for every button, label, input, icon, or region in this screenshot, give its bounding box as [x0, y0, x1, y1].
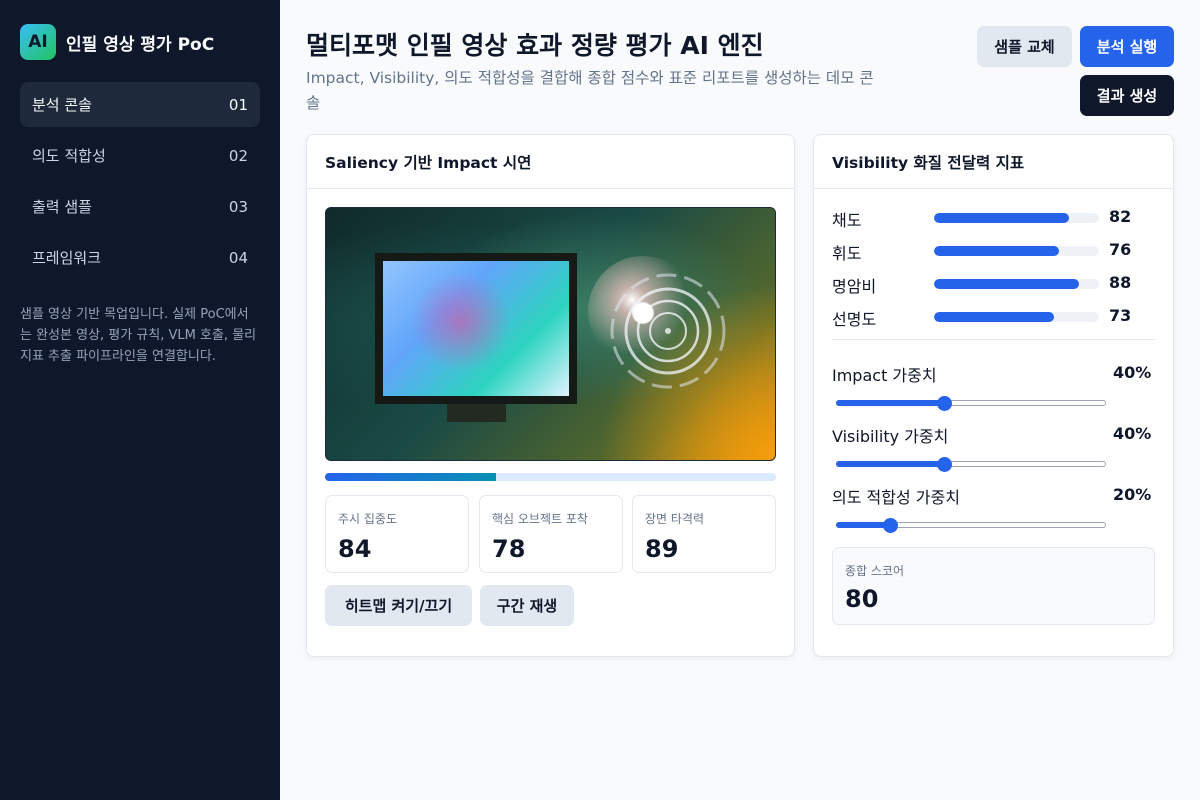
stat-label: 장면 타격력	[645, 512, 705, 526]
weight-value-impact: 40%	[1113, 363, 1152, 382]
sidebar-item-intent-fit[interactable]: 의도 적합성 02	[20, 133, 260, 178]
toggle-heatmap-button[interactable]: 히트맵 켜기/끄기	[325, 585, 472, 626]
weight-label-visibility: Visibility 가중치	[832, 427, 949, 446]
monitor-screen	[383, 261, 569, 396]
metric-saturation: 채도 82	[832, 207, 1152, 230]
stat-card-scene-impact: 장면 타격력 89	[632, 495, 776, 573]
stat-card-object-capture: 핵심 오브젝트 포착 78	[479, 495, 623, 573]
weight-label-impact: Impact 가중치	[832, 366, 937, 385]
saliency-preview-image[interactable]	[325, 207, 776, 461]
playback-progress-fill	[325, 473, 497, 481]
sidebar-item-output-sample[interactable]: 출력 샘플 03	[20, 184, 260, 229]
stat-label: 주시 집중도	[338, 512, 398, 526]
sidebar-item-number: 03	[228, 197, 248, 216]
page-subtitle: Impact, Visibility, 의도 적합성을 결합해 종합 점수와 표…	[306, 69, 874, 112]
metric-bar	[934, 213, 1099, 223]
weight-value-visibility: 40%	[1113, 424, 1152, 443]
generate-result-button[interactable]: 결과 생성	[1080, 75, 1174, 116]
sidebar-item-number: 02	[228, 146, 248, 165]
impact-panel: Saliency 기반 Impact 시연 주시 집중도 84 핵심 오브젝트 …	[306, 134, 795, 657]
page-title: 멀티포맷 인필 영상 효과 정량 평가 AI 엔진	[306, 31, 764, 60]
stat-label: 핵심 오브젝트 포착	[492, 512, 588, 526]
metric-value: 82	[1109, 207, 1132, 226]
main-content: 멀티포맷 인필 영상 효과 정량 평가 AI 엔진 Impact, Visibi…	[280, 0, 1200, 800]
metric-bar-fill	[934, 246, 1060, 256]
metric-bar	[934, 246, 1099, 256]
app-logo: AI	[20, 24, 56, 60]
intent-weight-slider[interactable]	[836, 518, 1106, 533]
play-segment-button[interactable]: 구간 재생	[480, 585, 574, 626]
metric-bar-fill	[934, 312, 1055, 322]
metric-label: 명암비	[832, 277, 877, 296]
monitor-shape	[375, 253, 577, 404]
metric-bar-fill	[934, 279, 1080, 289]
sidebar-item-number: 04	[228, 248, 248, 267]
stat-card-gaze-focus: 주시 집중도 84	[325, 495, 469, 573]
metric-bar-fill	[934, 213, 1070, 223]
monitor-stand	[447, 404, 506, 422]
metric-contrast: 명암비 88	[832, 273, 1152, 296]
slider-thumb[interactable]	[937, 396, 952, 411]
metric-bar	[934, 279, 1099, 289]
metric-value: 73	[1109, 306, 1132, 325]
metric-label: 휘도	[832, 244, 862, 263]
metric-label: 채도	[832, 211, 862, 230]
visibility-panel-title: Visibility 화질 전달력 지표	[814, 135, 1173, 189]
slider-fill	[836, 522, 890, 528]
metric-value: 76	[1109, 240, 1132, 259]
metric-label: 선명도	[832, 310, 877, 329]
total-score-label: 종합 스코어	[845, 564, 905, 578]
sidebar-item-label: 프레임워크	[32, 249, 102, 267]
sidebar-item-number: 01	[228, 95, 248, 114]
divider	[832, 339, 1155, 340]
stat-value: 89	[645, 535, 679, 563]
sidebar-item-framework[interactable]: 프레임워크 04	[20, 235, 260, 280]
stat-value: 78	[492, 535, 526, 563]
total-score-value: 80	[845, 585, 879, 613]
swap-sample-button[interactable]: 샘플 교체	[977, 26, 1072, 67]
sidebar: AI 인필 영상 평가 PoC 분석 콘솔 01 의도 적합성 02 출력 샘플…	[0, 0, 280, 800]
metric-value: 88	[1109, 273, 1132, 292]
impact-panel-title: Saliency 기반 Impact 시연	[307, 135, 794, 189]
sidebar-item-label: 분석 콘솔	[32, 96, 92, 114]
saliency-hotspot-icon	[588, 256, 726, 389]
app-title: 인필 영상 평가 PoC	[66, 34, 215, 55]
total-score-card: 종합 스코어 80	[832, 547, 1155, 625]
impact-weight-slider[interactable]	[836, 396, 1106, 411]
sidebar-item-label: 출력 샘플	[32, 198, 92, 216]
playback-progress[interactable]	[325, 473, 776, 481]
sidebar-item-analysis-console[interactable]: 분석 콘솔 01	[20, 82, 260, 127]
slider-fill	[836, 461, 944, 467]
weight-label-intent: 의도 적합성 가중치	[832, 488, 960, 507]
visibility-panel: Visibility 화질 전달력 지표 채도 82 휘도 76 명암비 88 …	[813, 134, 1174, 657]
stat-value: 84	[338, 535, 372, 563]
metric-sharpness: 선명도 73	[832, 306, 1152, 329]
run-analysis-button[interactable]: 분석 실행	[1080, 26, 1174, 67]
metric-bar	[934, 312, 1099, 322]
slider-thumb[interactable]	[937, 457, 952, 472]
sidebar-note: 샘플 영상 기반 목업입니다. 실제 PoC에서는 완성본 영상, 평가 규칙,…	[20, 307, 257, 364]
slider-fill	[836, 400, 944, 406]
sidebar-item-label: 의도 적합성	[32, 147, 106, 165]
slider-thumb[interactable]	[883, 518, 898, 533]
metric-luminance: 휘도 76	[832, 240, 1152, 263]
weight-value-intent: 20%	[1113, 485, 1152, 504]
visibility-weight-slider[interactable]	[836, 457, 1106, 472]
brand: AI 인필 영상 평가 PoC	[20, 24, 260, 60]
